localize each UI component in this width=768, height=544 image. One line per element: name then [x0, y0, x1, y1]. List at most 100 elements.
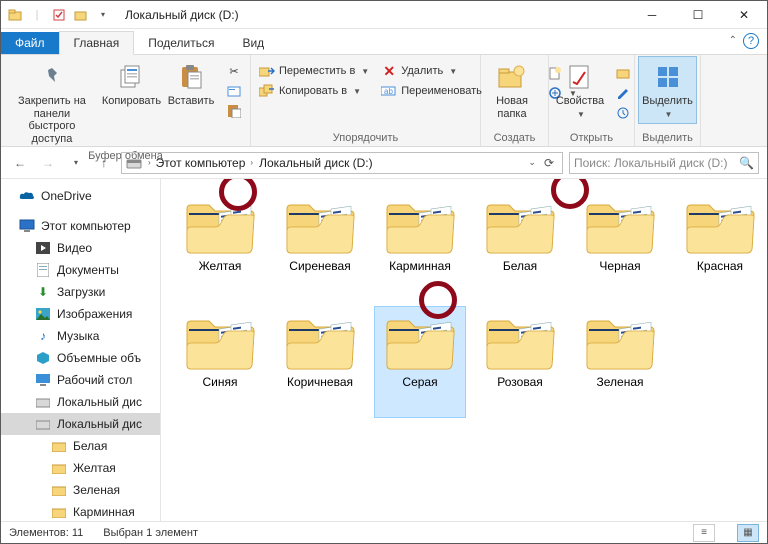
folder-item[interactable]: Розовая — [475, 307, 565, 417]
downloads-icon: ⬇ — [35, 284, 51, 300]
qat-dropdown-icon[interactable]: ▾ — [95, 7, 111, 23]
nav-ddrive[interactable]: Локальный дис — [1, 413, 160, 435]
pasteshortcut-button[interactable] — [222, 101, 246, 121]
minimize-button[interactable]: ─ — [629, 1, 675, 29]
up-button[interactable]: ↑ — [93, 152, 115, 174]
folder-item[interactable]: Коричневая — [275, 307, 365, 417]
forward-button[interactable]: → — [37, 152, 59, 174]
status-bar: Элементов: 11 Выбран 1 элемент ≡ ▦ — [1, 521, 767, 543]
copyto-button[interactable]: Копировать в▼ — [255, 81, 373, 101]
qat-newfolder-icon[interactable] — [73, 7, 89, 23]
copypath-icon — [226, 83, 242, 99]
pasteshortcut-icon — [226, 103, 242, 119]
ribbon: Закрепить на панели быстрого доступа Коп… — [1, 55, 767, 147]
folder-label: Сиреневая — [289, 259, 350, 273]
moveto-button[interactable]: Переместить в▼ — [255, 61, 373, 81]
folder-item[interactable]: Серая — [375, 307, 465, 417]
tab-share[interactable]: Поделиться — [134, 32, 228, 54]
tab-file[interactable]: Файл — [1, 32, 59, 54]
drive-icon — [126, 156, 142, 170]
refresh-icon[interactable]: ⟳ — [540, 156, 558, 170]
ribbon-tabs: Файл Главная Поделиться Вид ⌃ ? — [1, 29, 767, 55]
cdrive-icon — [35, 394, 51, 410]
folder-item[interactable]: Сиреневая — [275, 191, 365, 301]
nav-downloads[interactable]: ⬇Загрузки — [1, 281, 160, 303]
edit-icon — [615, 85, 631, 101]
folder-icon — [285, 311, 355, 371]
crumb-thispc[interactable]: Этот компьютер — [156, 156, 246, 170]
nav-cdrive[interactable]: Локальный дис — [1, 391, 160, 413]
folder-item[interactable]: Красная — [675, 191, 765, 301]
folder-icon — [585, 195, 655, 255]
qat-properties-icon[interactable] — [51, 7, 67, 23]
copypath-button[interactable] — [222, 81, 246, 101]
nav-pictures[interactable]: Изображения — [1, 303, 160, 325]
crumb-drive[interactable]: Локальный диск (D:) — [259, 156, 373, 170]
folder-item[interactable]: Белая — [475, 191, 565, 301]
status-count: Элементов: 11 — [9, 527, 83, 539]
folder-label: Синяя — [203, 375, 238, 389]
folder-label: Карминная — [389, 259, 451, 273]
rename-icon: ab — [381, 83, 397, 99]
copy-icon — [115, 61, 147, 93]
close-button[interactable]: ✕ — [721, 1, 767, 29]
cut-button[interactable]: ✂ — [222, 61, 246, 81]
nav-pane: OneDrive Этот компьютер Видео Документы … — [1, 179, 161, 521]
newfolder-button[interactable]: Новая папка — [485, 57, 539, 124]
videos-icon — [35, 240, 51, 256]
desktop-icon — [35, 372, 51, 388]
nav-f2[interactable]: Желтая — [1, 457, 160, 479]
nav-videos[interactable]: Видео — [1, 237, 160, 259]
rename-button[interactable]: abПереименовать — [377, 81, 486, 101]
collapse-ribbon-icon[interactable]: ⌃ — [729, 35, 737, 46]
paste-button[interactable]: Вставить — [164, 57, 218, 112]
nav-documents[interactable]: Документы — [1, 259, 160, 281]
delete-button[interactable]: ✕Удалить▼ — [377, 61, 486, 81]
copyto-icon — [259, 83, 275, 99]
nav-f4[interactable]: Карминная — [1, 501, 160, 521]
folder-icon — [51, 460, 67, 476]
file-list[interactable]: Желтая Сиреневая Карминная Белая Черная Красн… — [161, 179, 767, 521]
nav-music[interactable]: ♪Музыка — [1, 325, 160, 347]
search-box[interactable]: Поиск: Локальный диск (D:) 🔍 — [569, 152, 759, 174]
nav-f3[interactable]: Зеленая — [1, 479, 160, 501]
folder-icon — [485, 195, 555, 255]
onedrive-icon — [19, 188, 35, 204]
maximize-button[interactable]: ☐ — [675, 1, 721, 29]
nav-f1[interactable]: Белая — [1, 435, 160, 457]
pin-button[interactable]: Закрепить на панели быстрого доступа — [5, 57, 99, 150]
folder-item[interactable]: Желтая — [175, 191, 265, 301]
recent-button[interactable]: ▾ — [65, 152, 87, 174]
folder-item[interactable]: Зеленая — [575, 307, 665, 417]
nav-onedrive[interactable]: OneDrive — [1, 185, 160, 207]
address-box[interactable]: ›Этот компьютер› Локальный диск (D:) ⌄ ⟳ — [121, 152, 563, 174]
nav-thispc[interactable]: Этот компьютер — [1, 215, 160, 237]
folder-label: Зеленая — [597, 375, 644, 389]
app-icon — [7, 7, 23, 23]
folder-icon — [385, 195, 455, 255]
tab-home[interactable]: Главная — [59, 31, 135, 55]
cut-icon: ✂ — [226, 63, 242, 79]
select-button[interactable]: Выделить▼ — [639, 57, 696, 123]
folder-icon — [51, 504, 67, 520]
properties-button[interactable]: Свойства▼ — [553, 57, 607, 123]
folder-item[interactable]: Черная — [575, 191, 665, 301]
back-button[interactable]: ← — [9, 152, 31, 174]
copy-button[interactable]: Копировать — [103, 57, 160, 112]
nav-objects[interactable]: Объемные объ — [1, 347, 160, 369]
paste-icon — [175, 61, 207, 93]
folder-icon — [285, 195, 355, 255]
folder-item[interactable]: Карминная — [375, 191, 465, 301]
folder-icon — [51, 438, 67, 454]
folder-icon — [51, 482, 67, 498]
help-icon[interactable]: ? — [743, 33, 759, 49]
nav-desktop[interactable]: Рабочий стол — [1, 369, 160, 391]
folder-item[interactable]: Синяя — [175, 307, 265, 417]
folder-label: Черная — [599, 259, 640, 273]
view-icons-button[interactable]: ▦ — [737, 524, 759, 542]
tab-view[interactable]: Вид — [228, 32, 278, 54]
addr-dropdown-icon[interactable]: ⌄ — [528, 157, 536, 168]
view-details-button[interactable]: ≡ — [693, 524, 715, 542]
folder-icon — [185, 195, 255, 255]
moveto-icon — [259, 63, 275, 79]
